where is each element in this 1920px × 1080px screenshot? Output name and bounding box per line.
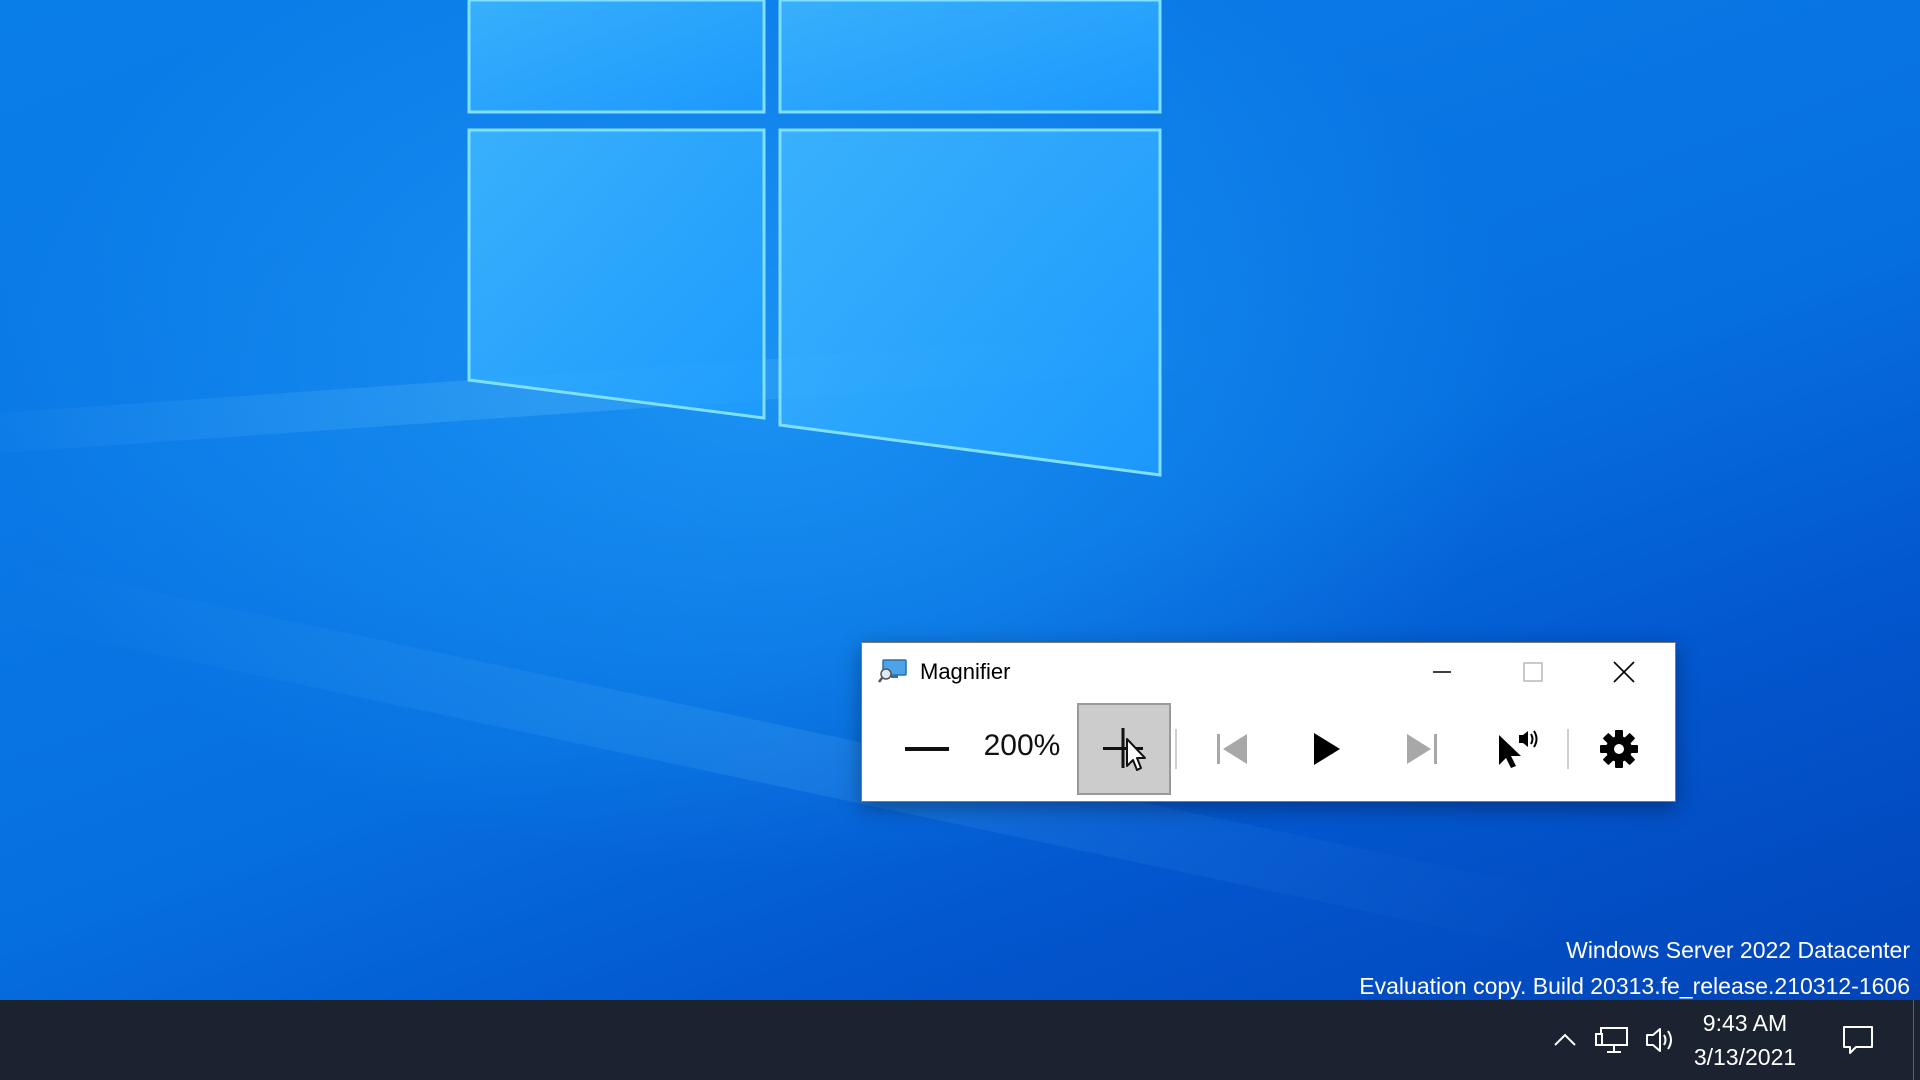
minimize-button[interactable] bbox=[1397, 643, 1487, 701]
skip-forward-icon bbox=[1407, 734, 1437, 764]
volume-button[interactable] bbox=[1642, 1000, 1680, 1080]
mouse-cursor-icon bbox=[1126, 738, 1146, 771]
os-watermark: Windows Server 2022 Datacenter Evaluatio… bbox=[1359, 932, 1910, 1000]
desktop-background: Windows Server 2022 Datacenter Evaluatio… bbox=[0, 0, 1920, 1000]
windows-logo bbox=[467, 0, 1162, 477]
show-desktop-button[interactable] bbox=[1913, 1000, 1920, 1080]
watermark-edition: Windows Server 2022 Datacenter bbox=[1566, 937, 1910, 963]
maximize-button[interactable] bbox=[1488, 643, 1578, 701]
settings-button[interactable] bbox=[1574, 703, 1664, 795]
minus-icon bbox=[905, 747, 949, 751]
zoom-level: 200% bbox=[983, 729, 1061, 762]
pointer-speaker-icon bbox=[1499, 730, 1538, 768]
maximize-icon bbox=[1523, 662, 1543, 682]
title-bar[interactable]: Magnifier bbox=[862, 643, 1675, 701]
toolbar-separator bbox=[1567, 729, 1569, 769]
minimize-icon bbox=[1433, 671, 1451, 673]
notification-icon bbox=[1843, 1026, 1873, 1054]
taskbar: 9:43 AM 3/13/2021 bbox=[0, 1000, 1920, 1080]
toolbar-separator bbox=[1175, 729, 1177, 769]
skip-back-icon bbox=[1217, 734, 1247, 764]
zoom-in-button[interactable] bbox=[1077, 703, 1171, 795]
notification-center-button[interactable] bbox=[1833, 1000, 1883, 1080]
gear-icon bbox=[1600, 730, 1638, 768]
play-icon bbox=[1314, 733, 1340, 765]
show-hidden-icons-button[interactable] bbox=[1548, 1000, 1582, 1080]
previous-paragraph-button[interactable] bbox=[1187, 703, 1277, 795]
close-icon bbox=[1613, 661, 1635, 683]
plus-icon bbox=[1103, 728, 1146, 771]
close-button[interactable] bbox=[1579, 643, 1669, 701]
chevron-up-icon bbox=[1554, 1033, 1576, 1046]
next-paragraph-button[interactable] bbox=[1377, 703, 1467, 795]
zoom-out-button[interactable] bbox=[882, 703, 972, 795]
clock-time: 9:43 AM bbox=[1702, 1010, 1788, 1036]
magnifier-window: Magnifier 200% bbox=[861, 642, 1676, 802]
network-button[interactable] bbox=[1592, 1000, 1632, 1080]
volume-icon bbox=[1646, 1028, 1672, 1052]
window-title: Magnifier bbox=[920, 659, 1011, 684]
read-from-here-button[interactable] bbox=[1472, 703, 1562, 795]
magnifier-app-icon bbox=[878, 659, 907, 683]
clock-date: 3/13/2021 bbox=[1693, 1044, 1797, 1070]
magnifier-toolbar: 200% bbox=[862, 701, 1675, 801]
network-icon bbox=[1595, 1027, 1628, 1053]
watermark-build: Evaluation copy. Build 20313.fe_release.… bbox=[1359, 973, 1910, 999]
read-button[interactable] bbox=[1282, 703, 1372, 795]
clock[interactable]: 9:43 AM 3/13/2021 bbox=[1680, 1006, 1810, 1074]
